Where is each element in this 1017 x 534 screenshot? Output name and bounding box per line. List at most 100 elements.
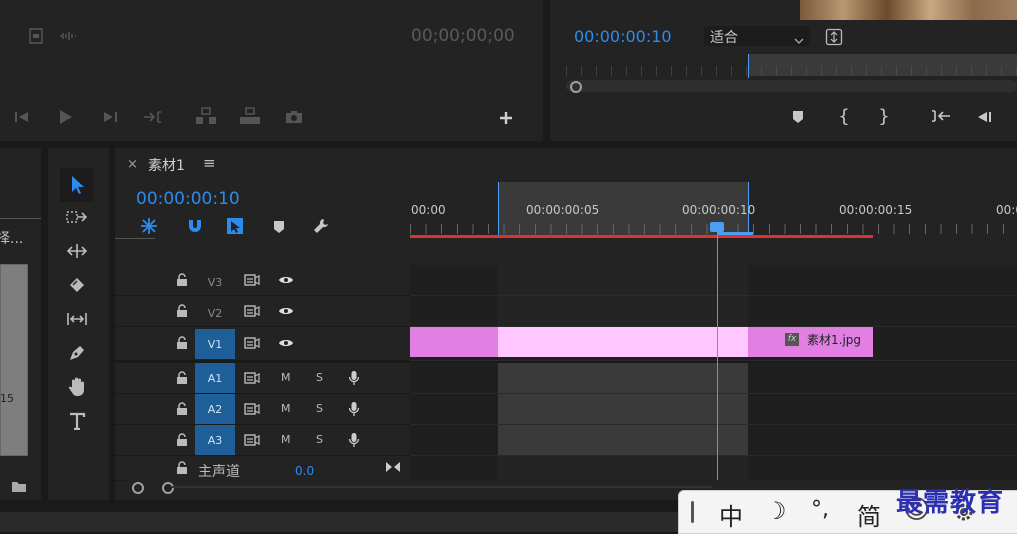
track-name-v2[interactable]: V2 xyxy=(195,300,235,326)
play-icon[interactable] xyxy=(56,107,76,127)
mark-in-icon[interactable]: { xyxy=(836,106,852,127)
linked-selection-icon[interactable] xyxy=(225,216,245,236)
audio-waveform-icon[interactable] xyxy=(58,29,78,43)
microphone-icon[interactable] xyxy=(347,369,361,387)
eye-icon[interactable] xyxy=(277,272,295,288)
project-thumbnail[interactable] xyxy=(0,264,28,456)
sequence-tab-title[interactable]: 素材1 xyxy=(148,155,185,175)
track-header-a2[interactable]: A2 M S xyxy=(115,394,410,425)
ime-drag-handle[interactable] xyxy=(691,501,694,523)
solo-button[interactable]: S xyxy=(316,433,323,446)
track-name-a1[interactable]: A1 xyxy=(195,363,235,393)
program-zoom-scrollbar[interactable] xyxy=(566,80,1017,93)
eye-icon[interactable] xyxy=(277,303,295,319)
ime-chinese-mode[interactable]: 中 xyxy=(719,497,743,532)
hand-tool-icon[interactable] xyxy=(64,376,90,398)
film-icon[interactable] xyxy=(28,27,44,45)
playhead-line[interactable] xyxy=(717,230,718,480)
overwrite-icon[interactable] xyxy=(238,106,262,126)
sync-lock-icon[interactable] xyxy=(243,401,261,417)
timeline-timecode[interactable]: 00:00:00:10 xyxy=(136,189,240,209)
ime-simplified[interactable]: 简 xyxy=(857,497,881,532)
microphone-icon[interactable] xyxy=(347,400,361,418)
sync-lock-icon[interactable] xyxy=(243,432,261,448)
step-back-program-icon[interactable] xyxy=(974,108,994,126)
scroll-handle-left[interactable] xyxy=(570,81,582,93)
clip-image[interactable]: fx 素材1.jpg xyxy=(410,327,873,357)
source-timecode[interactable]: 00;00;00;00 xyxy=(411,26,515,46)
microphone-icon[interactable] xyxy=(347,431,361,449)
mute-button[interactable]: M xyxy=(281,433,291,446)
ripple-edit-tool-icon[interactable] xyxy=(64,240,90,262)
track-lane-master[interactable] xyxy=(410,456,1017,481)
fx-badge[interactable]: fx xyxy=(785,333,799,346)
sync-lock-icon[interactable] xyxy=(243,272,261,288)
track-name-a3[interactable]: A3 xyxy=(195,425,235,455)
slip-tool-icon[interactable] xyxy=(64,308,90,330)
solo-button[interactable]: S xyxy=(316,402,323,415)
type-tool-icon[interactable] xyxy=(64,410,90,432)
fit-select[interactable]: 适合 xyxy=(704,26,810,46)
work-area-bar[interactable] xyxy=(410,235,873,238)
track-lane-a2[interactable] xyxy=(410,394,1017,425)
lock-icon[interactable] xyxy=(175,370,189,386)
eye-icon[interactable] xyxy=(277,335,295,351)
track-lane-a1[interactable] xyxy=(410,363,1017,394)
lock-icon[interactable] xyxy=(175,335,189,351)
add-marker-icon[interactable] xyxy=(790,108,806,126)
track-header-master[interactable]: 主声道 0.0 xyxy=(115,456,410,481)
track-header-v2[interactable]: V2 xyxy=(115,296,410,327)
track-lane-v2[interactable] xyxy=(410,296,1017,327)
insert-icon[interactable] xyxy=(194,106,218,126)
track-select-tool-icon[interactable] xyxy=(64,206,90,228)
sync-lock-icon[interactable] xyxy=(243,370,261,386)
program-timecode[interactable]: 00:00:00:10 xyxy=(574,27,672,46)
track-lane-a3[interactable] xyxy=(410,425,1017,456)
lock-icon[interactable] xyxy=(175,272,189,288)
sync-lock-icon[interactable] xyxy=(243,335,261,351)
lock-icon[interactable] xyxy=(175,432,189,448)
program-mini-ruler[interactable] xyxy=(566,52,1017,78)
close-tab-icon[interactable]: × xyxy=(127,157,138,172)
lock-icon[interactable] xyxy=(175,460,189,476)
track-header-v1[interactable]: V1 xyxy=(115,327,410,361)
camera-icon[interactable] xyxy=(284,108,304,126)
track-name-v3[interactable]: V3 xyxy=(195,269,235,295)
ime-punctuation[interactable]: °, xyxy=(811,497,829,522)
track-lane-v1[interactable]: fx 素材1.jpg xyxy=(410,327,1017,361)
solo-button[interactable]: S xyxy=(316,371,323,384)
lock-icon[interactable] xyxy=(175,401,189,417)
track-header-a3[interactable]: A3 M S xyxy=(115,425,410,456)
lock-icon[interactable] xyxy=(175,303,189,319)
pen-tool-icon[interactable] xyxy=(64,342,90,364)
sync-lock-icon[interactable] xyxy=(243,303,261,319)
mute-button[interactable]: M xyxy=(281,402,291,415)
track-header-a1[interactable]: A1 M S xyxy=(115,363,410,394)
settings-compare-icon[interactable] xyxy=(824,27,844,47)
wrench-icon[interactable] xyxy=(311,216,331,236)
add-marker-timeline-icon[interactable] xyxy=(271,218,287,236)
razor-tool-icon[interactable] xyxy=(64,274,90,296)
add-button-icon[interactable] xyxy=(496,108,516,128)
go-to-in-icon[interactable] xyxy=(930,107,952,125)
mute-button[interactable]: M xyxy=(281,371,291,384)
mark-out-icon[interactable]: } xyxy=(876,106,892,127)
track-lane-v3[interactable] xyxy=(410,265,1017,296)
track-name-v1[interactable]: V1 xyxy=(195,329,235,359)
scroll-handle-left[interactable] xyxy=(132,482,144,494)
step-back-icon[interactable] xyxy=(12,108,32,126)
step-forward-icon[interactable] xyxy=(100,108,120,126)
panel-menu-icon[interactable]: ≡ xyxy=(203,154,216,172)
expand-audio-icon[interactable] xyxy=(383,459,403,475)
time-ruler[interactable]: 00:00 00:00:00:05 00:00:00:10 00:00:00:1… xyxy=(410,182,1017,240)
nest-toggle-icon[interactable] xyxy=(139,216,159,236)
scroll-handle-right[interactable] xyxy=(162,482,174,494)
ime-halfwidth-moon-icon[interactable]: ☽ xyxy=(765,497,787,525)
folder-icon[interactable] xyxy=(10,480,28,494)
snap-magnet-icon[interactable] xyxy=(185,216,205,236)
track-name-a2[interactable]: A2 xyxy=(195,394,235,424)
track-header-v3[interactable]: V3 xyxy=(115,265,410,296)
selection-tool-icon[interactable] xyxy=(60,168,94,202)
go-to-out-icon[interactable] xyxy=(142,108,164,126)
master-volume-value[interactable]: 0.0 xyxy=(295,464,314,478)
